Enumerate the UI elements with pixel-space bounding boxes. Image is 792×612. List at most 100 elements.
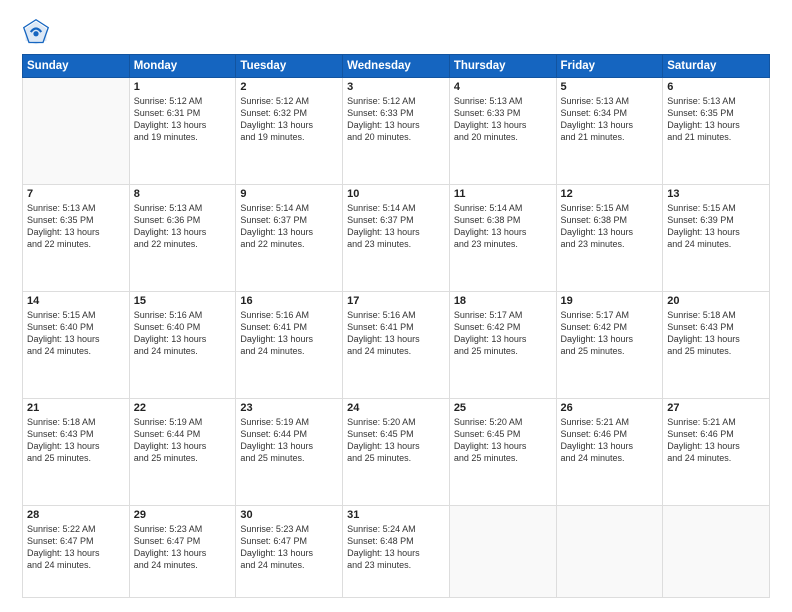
week-row-1: 1 Sunrise: 5:12 AM Sunset: 6:31 PM Daylig… xyxy=(23,78,770,185)
day-info: Sunrise: 5:16 AM Sunset: 6:41 PM Dayligh… xyxy=(240,309,338,358)
calendar-cell: 31Sunrise: 5:24 AM Sunset: 6:48 PM Dayli… xyxy=(343,505,450,597)
day-header-wednesday: Wednesday xyxy=(343,55,450,78)
day-number: 17 xyxy=(347,295,445,307)
day-info: Sunrise: 5:12 AM Sunset: 6:33 PM Dayligh… xyxy=(347,95,445,144)
day-number: 12 xyxy=(561,188,659,200)
day-info: Sunrise: 5:13 AM Sunset: 6:35 PM Dayligh… xyxy=(667,95,765,144)
calendar-cell xyxy=(23,78,130,185)
calendar-cell: 23 Sunrise: 5:19 AM Sunset: 6:44 PM Dayli… xyxy=(236,398,343,505)
calendar-cell: 21 Sunrise: 5:18 AM Sunset: 6:43 PM Dayli… xyxy=(23,398,130,505)
day-info: Sunrise: 5:17 AM Sunset: 6:42 PM Dayligh… xyxy=(454,309,552,358)
page: SundayMondayTuesdayWednesdayThursdayFrid… xyxy=(0,0,792,612)
day-info: Sunrise: 5:14 AM Sunset: 6:37 PM Dayligh… xyxy=(240,202,338,251)
calendar-cell: 14Sunrise: 5:15 AM Sunset: 6:40 PM Dayli… xyxy=(23,291,130,398)
day-number: 22 xyxy=(134,402,232,414)
week-row-4: 21 Sunrise: 5:18 AM Sunset: 6:43 PM Dayli… xyxy=(23,398,770,505)
day-number: 21 xyxy=(27,402,125,414)
day-header-saturday: Saturday xyxy=(663,55,770,78)
calendar-cell: 29 Sunrise: 5:23 AM Sunset: 6:47 PM Dayli… xyxy=(129,505,236,597)
day-header-thursday: Thursday xyxy=(449,55,556,78)
day-info: Sunrise: 5:14 AM Sunset: 6:37 PM Dayligh… xyxy=(347,202,445,251)
calendar-cell: 10 Sunrise: 5:14 AM Sunset: 6:37 PM Dayli… xyxy=(343,184,450,291)
logo-icon xyxy=(22,18,50,46)
day-number: 1 xyxy=(134,81,232,93)
day-info: Sunrise: 5:12 AM Sunset: 6:31 PM Dayligh… xyxy=(134,95,232,144)
day-number: 9 xyxy=(240,188,338,200)
day-info: Sunrise: 5:15 AM Sunset: 6:40 PM Dayligh… xyxy=(27,309,125,358)
calendar-cell: 3 Sunrise: 5:12 AM Sunset: 6:33 PM Daylig… xyxy=(343,78,450,185)
day-number: 6 xyxy=(667,81,765,93)
day-info: Sunrise: 5:23 AM Sunset: 6:47 PM Dayligh… xyxy=(134,523,232,572)
header xyxy=(22,18,770,46)
calendar-cell: 15Sunrise: 5:16 AM Sunset: 6:40 PM Dayli… xyxy=(129,291,236,398)
calendar-cell: 5 Sunrise: 5:13 AM Sunset: 6:34 PM Daylig… xyxy=(556,78,663,185)
day-number: 28 xyxy=(27,509,125,521)
calendar-cell xyxy=(449,505,556,597)
logo xyxy=(22,18,54,46)
day-info: Sunrise: 5:19 AM Sunset: 6:44 PM Dayligh… xyxy=(134,416,232,465)
day-number: 23 xyxy=(240,402,338,414)
calendar-cell xyxy=(556,505,663,597)
calendar-cell: 8 Sunrise: 5:13 AM Sunset: 6:36 PM Daylig… xyxy=(129,184,236,291)
calendar-cell: 12 Sunrise: 5:15 AM Sunset: 6:38 PM Dayli… xyxy=(556,184,663,291)
calendar-cell: 11 Sunrise: 5:14 AM Sunset: 6:38 PM Dayli… xyxy=(449,184,556,291)
day-info: Sunrise: 5:16 AM Sunset: 6:40 PM Dayligh… xyxy=(134,309,232,358)
day-number: 5 xyxy=(561,81,659,93)
day-number: 26 xyxy=(561,402,659,414)
calendar-cell: 22 Sunrise: 5:19 AM Sunset: 6:44 PM Dayli… xyxy=(129,398,236,505)
day-info: Sunrise: 5:12 AM Sunset: 6:32 PM Dayligh… xyxy=(240,95,338,144)
calendar-cell: 4Sunrise: 5:13 AM Sunset: 6:33 PM Daylig… xyxy=(449,78,556,185)
calendar-cell: 16 Sunrise: 5:16 AM Sunset: 6:41 PM Dayli… xyxy=(236,291,343,398)
day-number: 20 xyxy=(667,295,765,307)
calendar-cell: 25Sunrise: 5:20 AM Sunset: 6:45 PM Dayli… xyxy=(449,398,556,505)
day-number: 3 xyxy=(347,81,445,93)
day-number: 7 xyxy=(27,188,125,200)
day-number: 8 xyxy=(134,188,232,200)
day-info: Sunrise: 5:16 AM Sunset: 6:41 PM Dayligh… xyxy=(347,309,445,358)
day-number: 13 xyxy=(667,188,765,200)
calendar-cell: 17 Sunrise: 5:16 AM Sunset: 6:41 PM Dayli… xyxy=(343,291,450,398)
day-info: Sunrise: 5:18 AM Sunset: 6:43 PM Dayligh… xyxy=(667,309,765,358)
calendar-cell: 27 Sunrise: 5:21 AM Sunset: 6:46 PM Dayli… xyxy=(663,398,770,505)
day-number: 10 xyxy=(347,188,445,200)
day-info: Sunrise: 5:17 AM Sunset: 6:42 PM Dayligh… xyxy=(561,309,659,358)
calendar-cell xyxy=(663,505,770,597)
calendar-cell: 7 Sunrise: 5:13 AM Sunset: 6:35 PM Daylig… xyxy=(23,184,130,291)
day-info: Sunrise: 5:13 AM Sunset: 6:34 PM Dayligh… xyxy=(561,95,659,144)
header-row: SundayMondayTuesdayWednesdayThursdayFrid… xyxy=(23,55,770,78)
day-number: 11 xyxy=(454,188,552,200)
day-info: Sunrise: 5:18 AM Sunset: 6:43 PM Dayligh… xyxy=(27,416,125,465)
calendar-cell: 18 Sunrise: 5:17 AM Sunset: 6:42 PM Dayli… xyxy=(449,291,556,398)
day-info: Sunrise: 5:15 AM Sunset: 6:39 PM Dayligh… xyxy=(667,202,765,251)
day-number: 30 xyxy=(240,509,338,521)
day-info: Sunrise: 5:20 AM Sunset: 6:45 PM Dayligh… xyxy=(347,416,445,465)
day-info: Sunrise: 5:15 AM Sunset: 6:38 PM Dayligh… xyxy=(561,202,659,251)
calendar-cell: 28Sunrise: 5:22 AM Sunset: 6:47 PM Dayli… xyxy=(23,505,130,597)
day-header-friday: Friday xyxy=(556,55,663,78)
day-number: 2 xyxy=(240,81,338,93)
week-row-5: 28Sunrise: 5:22 AM Sunset: 6:47 PM Dayli… xyxy=(23,505,770,597)
calendar-cell: 19Sunrise: 5:17 AM Sunset: 6:42 PM Dayli… xyxy=(556,291,663,398)
day-info: Sunrise: 5:21 AM Sunset: 6:46 PM Dayligh… xyxy=(561,416,659,465)
calendar-cell: 26 Sunrise: 5:21 AM Sunset: 6:46 PM Dayli… xyxy=(556,398,663,505)
calendar-cell: 20 Sunrise: 5:18 AM Sunset: 6:43 PM Dayli… xyxy=(663,291,770,398)
day-number: 27 xyxy=(667,402,765,414)
day-header-sunday: Sunday xyxy=(23,55,130,78)
day-number: 18 xyxy=(454,295,552,307)
day-number: 29 xyxy=(134,509,232,521)
day-number: 25 xyxy=(454,402,552,414)
day-info: Sunrise: 5:13 AM Sunset: 6:33 PM Dayligh… xyxy=(454,95,552,144)
day-info: Sunrise: 5:24 AM Sunset: 6:48 PM Dayligh… xyxy=(347,523,445,572)
calendar-cell: 30Sunrise: 5:23 AM Sunset: 6:47 PM Dayli… xyxy=(236,505,343,597)
week-row-2: 7 Sunrise: 5:13 AM Sunset: 6:35 PM Daylig… xyxy=(23,184,770,291)
calendar-cell: 13 Sunrise: 5:15 AM Sunset: 6:39 PM Dayli… xyxy=(663,184,770,291)
calendar: SundayMondayTuesdayWednesdayThursdayFrid… xyxy=(22,54,770,598)
day-info: Sunrise: 5:13 AM Sunset: 6:36 PM Dayligh… xyxy=(134,202,232,251)
calendar-cell: 2 Sunrise: 5:12 AM Sunset: 6:32 PM Daylig… xyxy=(236,78,343,185)
day-info: Sunrise: 5:14 AM Sunset: 6:38 PM Dayligh… xyxy=(454,202,552,251)
day-info: Sunrise: 5:21 AM Sunset: 6:46 PM Dayligh… xyxy=(667,416,765,465)
calendar-cell: 9 Sunrise: 5:14 AM Sunset: 6:37 PM Daylig… xyxy=(236,184,343,291)
day-info: Sunrise: 5:19 AM Sunset: 6:44 PM Dayligh… xyxy=(240,416,338,465)
day-number: 16 xyxy=(240,295,338,307)
day-info: Sunrise: 5:13 AM Sunset: 6:35 PM Dayligh… xyxy=(27,202,125,251)
